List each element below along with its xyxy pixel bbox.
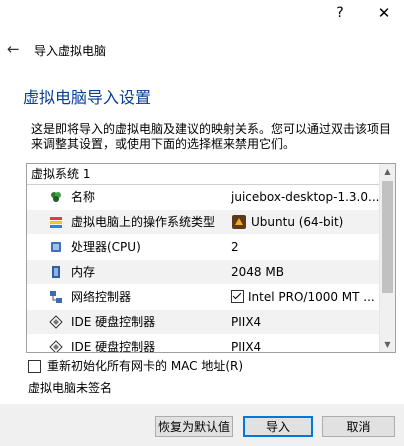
list-item-ide-controller[interactable]: IDE 硬盘控制器 PIIX4 (27, 335, 379, 353)
reinit-mac-option[interactable]: 重新初始化所有网卡的 MAC 地址(R) (28, 358, 243, 374)
ubuntu-icon (232, 215, 246, 229)
vertical-scrollbar[interactable]: ▲ ▼ (379, 164, 395, 352)
unsigned-status: 虚拟电脑未签名 (28, 381, 113, 395)
row-label: 处理器(CPU) (71, 240, 141, 254)
list-item-ide-controller[interactable]: IDE 硬盘控制器 PIIX4 (27, 310, 379, 335)
back-arrow-icon[interactable]: ← (7, 40, 20, 58)
list-item-memory[interactable]: 内存 2048 MB (27, 260, 379, 285)
row-value: 2 (231, 240, 239, 254)
row-label: IDE 硬盘控制器 (71, 340, 156, 353)
ide-icon (49, 315, 63, 329)
row-label: 网络控制器 (71, 290, 132, 304)
row-value-text: Intel PRO/1000 MT ... (248, 290, 375, 304)
row-value: Ubuntu (64-bit) (231, 210, 379, 234)
name-icon (49, 190, 63, 204)
list-item-network[interactable]: 网络控制器 Intel PRO/1000 MT ... (27, 285, 379, 310)
os-type-icon (49, 215, 63, 229)
list-item-name[interactable]: 名称 juicebox-desktop-1.3.0... (27, 185, 379, 210)
list-item-cpu[interactable]: 处理器(CPU) 2 (27, 235, 379, 260)
page-heading: 虚拟电脑导入设置 (23, 88, 152, 107)
appliance-settings-list[interactable]: 虚拟系统 1 名称 juicebox-desktop-1.3.0... 虚拟电脑… (26, 163, 396, 353)
restore-defaults-button[interactable]: 恢复为默认值 (155, 416, 233, 437)
row-label: 名称 (71, 190, 96, 204)
scroll-up-icon[interactable]: ▲ (380, 164, 395, 179)
group-header[interactable]: 虚拟系统 1 (27, 164, 383, 185)
network-enabled-checkbox[interactable] (231, 290, 244, 303)
settings-rows: 名称 juicebox-desktop-1.3.0... 虚拟电脑上的操作系统类… (27, 185, 379, 353)
wizard-title: 导入虚拟电脑 (34, 44, 107, 58)
row-value: juicebox-desktop-1.3.0... (231, 190, 379, 204)
scroll-down-icon[interactable]: ▼ (380, 337, 395, 352)
help-button[interactable]: ? (326, 2, 354, 24)
list-item-os-type[interactable]: 虚拟电脑上的操作系统类型 Ubuntu (64-bit) (27, 210, 379, 235)
row-label: 虚拟电脑上的操作系统类型 (71, 215, 216, 229)
page-description: 这是即将导入的虚拟电脑及建议的映射关系。您可以通过双击该项目来调整其设置，或使用… (31, 122, 392, 151)
scroll-thumb[interactable] (382, 181, 393, 293)
row-value-text: Ubuntu (64-bit) (251, 215, 344, 229)
row-value: PIIX4 (231, 315, 262, 329)
close-button[interactable]: ✕ (370, 2, 398, 24)
import-button[interactable]: 导入 (243, 416, 313, 437)
reinit-mac-checkbox[interactable] (28, 359, 41, 373)
reinit-mac-label[interactable]: 重新初始化所有网卡的 MAC 地址(R) (47, 358, 243, 374)
cancel-button[interactable]: 取消 (322, 416, 395, 437)
ide-icon (49, 340, 63, 352)
row-label: 内存 (71, 265, 96, 279)
button-bar: 恢复为默认值 导入 取消 (0, 404, 404, 446)
cpu-icon (49, 240, 63, 254)
row-value: Intel PRO/1000 MT ... (231, 285, 379, 309)
memory-icon (49, 265, 63, 279)
row-value: 2048 MB (231, 265, 284, 279)
row-label: IDE 硬盘控制器 (71, 315, 156, 329)
network-icon (49, 290, 63, 304)
row-value: PIIX4 (231, 340, 262, 353)
